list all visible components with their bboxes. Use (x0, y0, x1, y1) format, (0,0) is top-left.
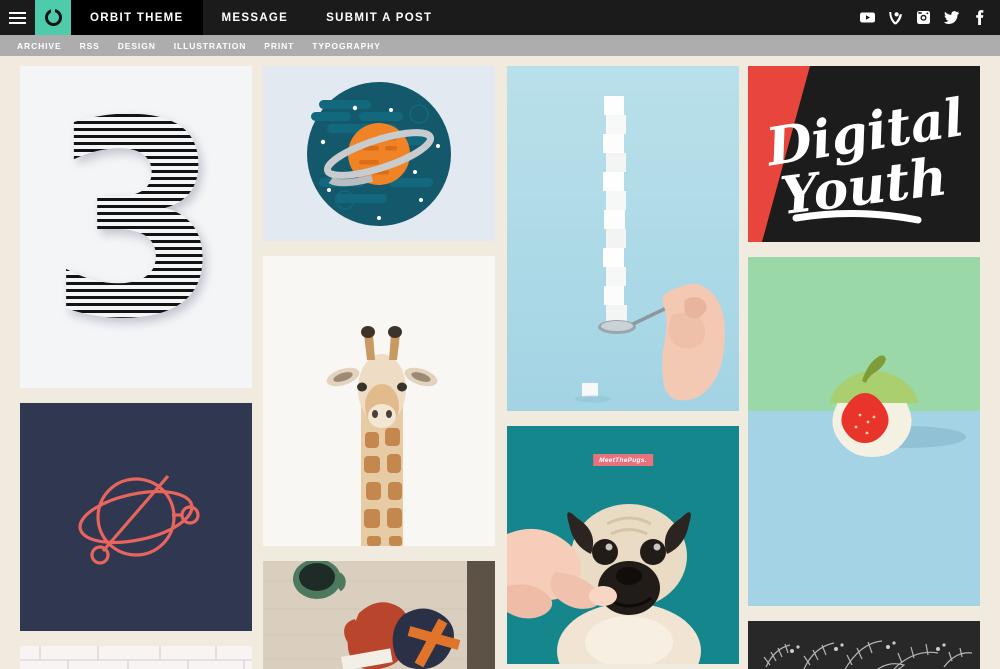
nav-label: ORBIT THEME (90, 11, 184, 24)
subnav-label: TYPOGRAPHY (312, 40, 381, 51)
subnav-label: PRINT (264, 40, 295, 51)
twitter-icon[interactable] (944, 10, 959, 25)
hamburger-line (9, 21, 26, 24)
subnav-item-illustration[interactable]: ILLUSTRATION (165, 41, 256, 51)
grid-column-2 (263, 66, 495, 669)
grid-column-4: Digital Youth (748, 66, 980, 669)
post-card-brick-wall[interactable] (20, 646, 252, 669)
main-nav: ORBIT THEME MESSAGE SUBMIT A POST (71, 0, 451, 35)
sugar-cube-stack-artwork (507, 66, 739, 411)
subnav-label: RSS (79, 40, 100, 51)
hamburger-line (9, 16, 26, 19)
post-card-pug-portrait[interactable]: MeetThePugs. (507, 426, 739, 664)
post-grid: 3 MeetThePugs. Digital Youth (0, 56, 1000, 669)
subnav-label: ILLUSTRATION (173, 40, 247, 51)
orbit-lineart-artwork (78, 474, 200, 565)
nav-label: SUBMIT A POST (326, 11, 433, 24)
facebook-icon[interactable] (972, 10, 987, 25)
grid-column-3: MeetThePugs. (507, 66, 739, 669)
youtube-icon[interactable] (860, 10, 875, 25)
post-card-saturn-flat[interactable] (263, 66, 495, 241)
grid-column-1: 3 (20, 66, 252, 669)
post-card-orbit-lineart[interactable] (20, 403, 252, 631)
instagram-icon[interactable] (916, 10, 931, 25)
post-card-oven-mitts[interactable] (263, 561, 495, 669)
hamburger-icon[interactable] (0, 0, 35, 35)
apple-strawberry-artwork (830, 355, 966, 457)
post-card-digital-youth[interactable]: Digital Youth (748, 66, 980, 242)
post-card-striped-three[interactable]: 3 (20, 66, 252, 388)
subnav-item-archive[interactable]: ARCHIVE (8, 41, 71, 51)
pug-badge: MeetThePugs. (593, 454, 653, 466)
subnav-label: DESIGN (117, 40, 156, 51)
nav-label: MESSAGE (221, 11, 289, 24)
orbit-logo-icon[interactable] (35, 0, 71, 35)
post-card-giraffe-portrait[interactable] (263, 256, 495, 546)
post-card-apple-strawberry[interactable] (748, 257, 980, 606)
top-navigation-bar: ORBIT THEME MESSAGE SUBMIT A POST (0, 0, 1000, 35)
nav-item-message[interactable]: MESSAGE (203, 0, 308, 35)
striped-three-artwork: 3 (20, 66, 252, 388)
subnav-item-print[interactable]: PRINT (255, 41, 303, 51)
subnav-label: ARCHIVE (17, 40, 62, 51)
chalkboard-botanical-artwork (748, 621, 980, 669)
giraffe-portrait-artwork (263, 256, 495, 546)
nav-item-submit-a-post[interactable]: SUBMIT A POST (307, 0, 451, 35)
hamburger-line (9, 11, 26, 14)
three-glyph: 3 (49, 66, 223, 378)
subnav-item-design[interactable]: DESIGN (109, 41, 165, 51)
subnav-item-rss[interactable]: RSS (71, 41, 109, 51)
nav-item-orbit-theme[interactable]: ORBIT THEME (71, 0, 203, 35)
oven-mitts-artwork (263, 561, 495, 669)
saturn-flat-artwork (307, 82, 451, 226)
vine-icon[interactable] (888, 10, 903, 25)
brick-wall-artwork (20, 646, 252, 669)
logo-ring-shape (44, 9, 62, 26)
category-subnav-bar: ARCHIVE RSS DESIGN ILLUSTRATION PRINT TY… (0, 35, 1000, 56)
post-card-sugar-cube-stack[interactable] (507, 66, 739, 411)
digital-youth-artwork: Digital Youth (748, 66, 980, 242)
subnav-item-typography[interactable]: TYPOGRAPHY (303, 41, 390, 51)
social-links (860, 0, 1000, 35)
post-card-chalkboard-botanical[interactable] (748, 621, 980, 669)
